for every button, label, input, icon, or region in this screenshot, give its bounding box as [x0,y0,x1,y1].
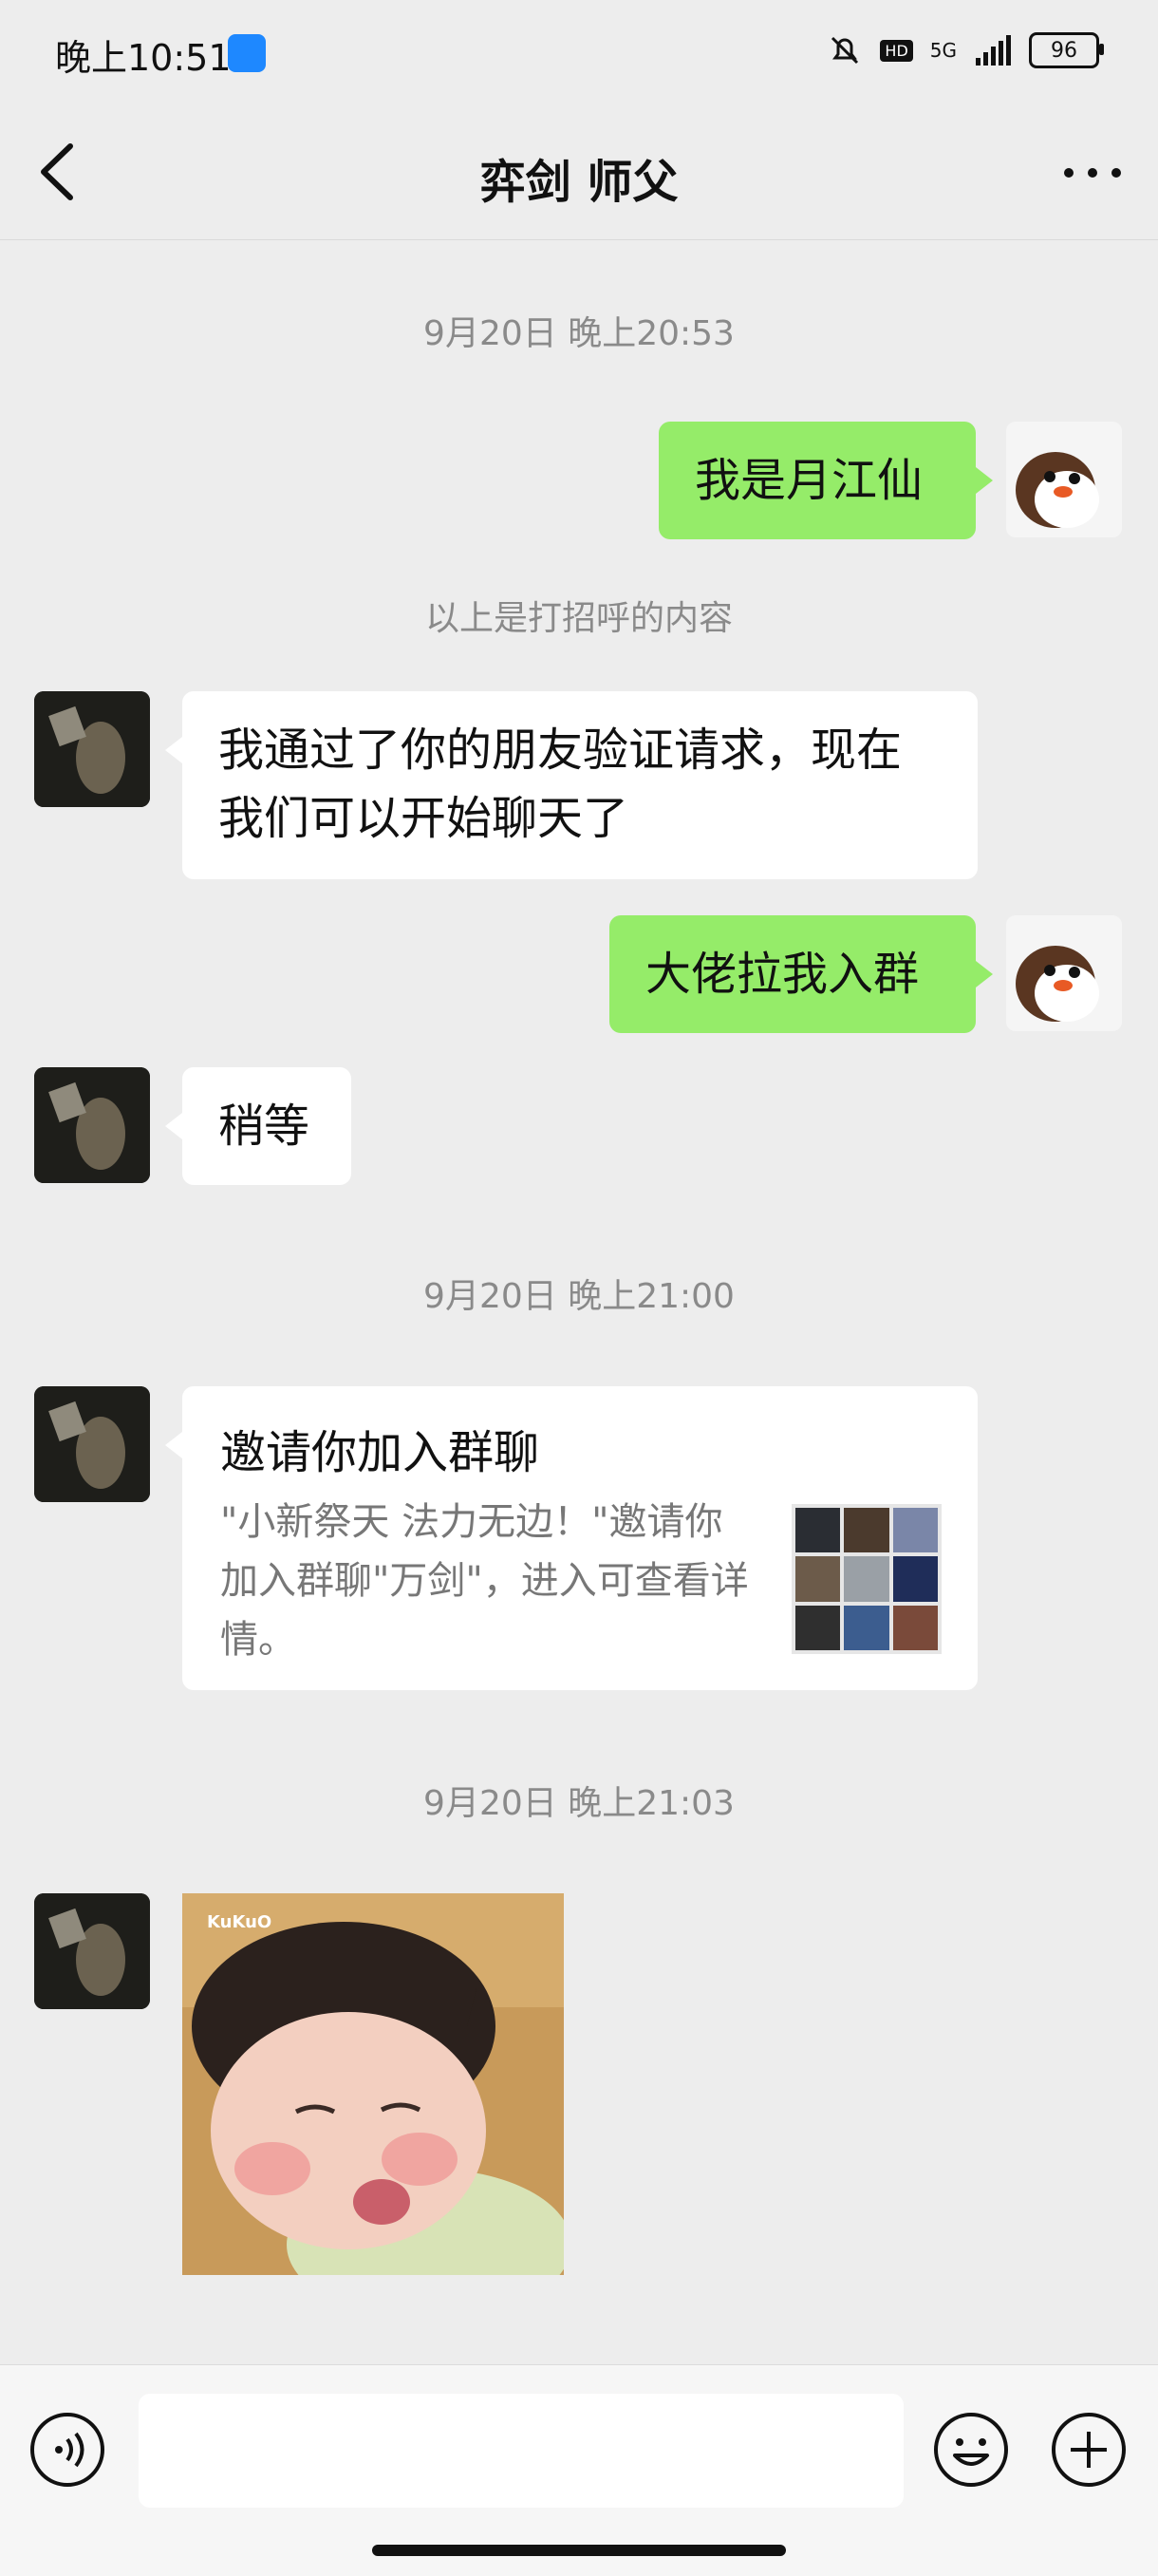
battery-indicator: 96 [1029,32,1104,68]
bubble-tail [976,467,993,494]
mute-bell-icon [831,36,859,65]
status-indicators: HD 5G 96 [827,32,1104,68]
network-label: 5G [929,39,957,62]
message-bubble-self[interactable]: 我是月江仙 [659,422,976,539]
battery-level: 96 [1051,38,1077,63]
chat-title: 弈剑 师父 [479,156,679,209]
message-bubble-other[interactable]: 我通过了你的朋友验证请求，现在我们可以开始聊天了 [182,691,978,879]
group-avatar-grid [792,1504,942,1654]
system-notice: 以上是打招呼的内容 [424,599,733,638]
contact-avatar[interactable] [34,1386,150,1502]
message-bubble-other[interactable]: 稍等 [182,1067,351,1185]
contact-avatar[interactable] [34,1067,150,1183]
sticker-image[interactable]: KuKuO [182,1893,564,2275]
voice-icon[interactable] [28,2411,106,2489]
group-invite-card[interactable]: 邀请你加入群聊 "小新祭天 法力无边！"邀请你加入群聊"万剑"，进入可查看详情。 [182,1386,978,1690]
hd-badge: HD [880,39,913,62]
self-avatar[interactable] [1006,915,1122,1031]
status-bar: 晚上10:51 HD 5G 96 [0,0,1158,106]
contact-avatar[interactable] [34,1893,150,2009]
message-input[interactable] [139,2394,904,2508]
bubble-tail [165,1432,182,1458]
more-dots-icon[interactable] [1059,152,1126,194]
timestamp: 9月20日 晚上21:00 [423,1277,735,1316]
bubble-tail [165,737,182,763]
signal-icon [976,35,1011,66]
home-indicator[interactable] [372,2545,786,2556]
bubble-tail [165,1113,182,1139]
sticker-watermark: KuKuO [207,1912,272,1932]
plus-icon[interactable] [1050,2411,1128,2489]
bubble-tail [976,961,993,987]
chat-header: 弈剑 师父 [0,106,1158,240]
timestamp: 9月20日 晚上21:03 [423,1784,735,1823]
status-time: 晚上10:51 [55,37,232,79]
self-avatar[interactable] [1006,422,1122,537]
contact-avatar[interactable] [34,691,150,807]
emoji-icon[interactable] [932,2411,1010,2489]
invite-description: "小新祭天 法力无边！"邀请你加入群聊"万剑"，进入可查看详情。 [220,1500,749,1662]
timestamp: 9月20日 晚上20:53 [423,314,735,353]
crying-child-sticker [182,1893,564,2275]
invite-title: 邀请你加入群聊 [220,1426,540,1479]
message-bubble-self[interactable]: 大佬拉我入群 [609,915,976,1033]
notification-app-icon [228,34,266,72]
